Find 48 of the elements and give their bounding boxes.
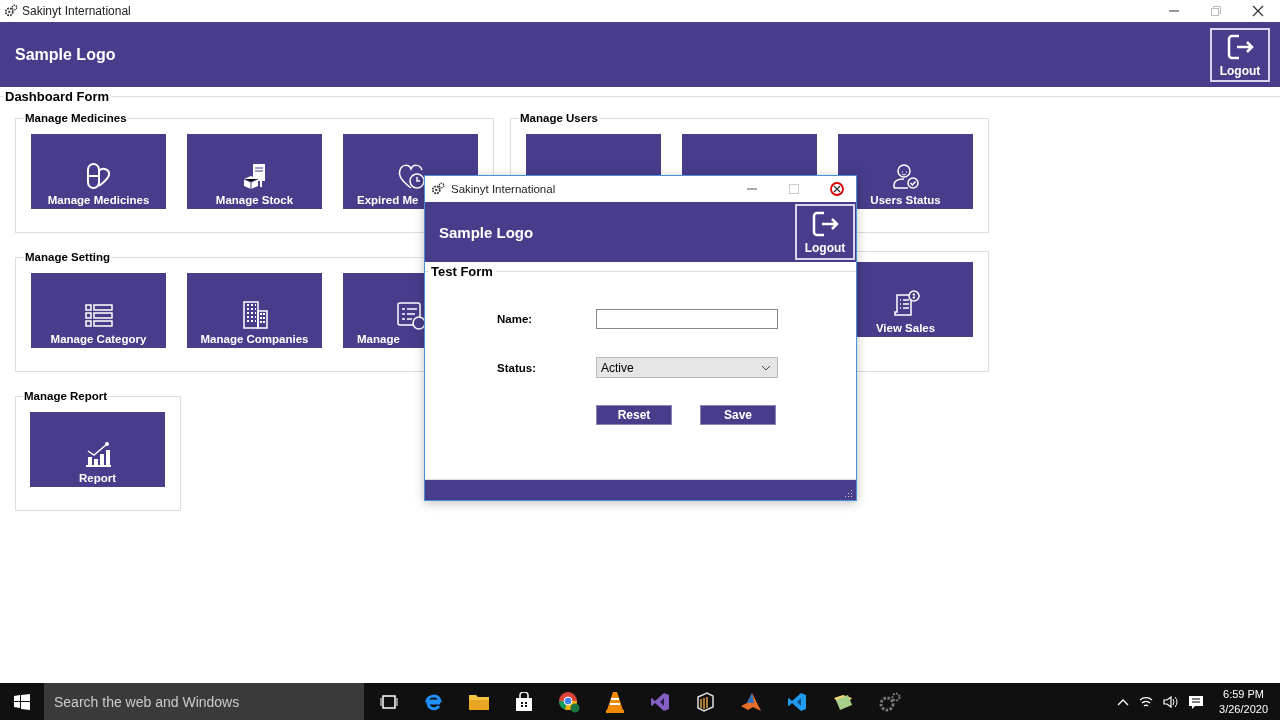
tile-button[interactable]: Manage Stock [187,134,322,209]
logout-button[interactable]: Logout [795,204,855,260]
clock-date: 3/26/2020 [1219,701,1268,717]
field-label: Name: [497,313,534,325]
name-field[interactable] [596,309,778,329]
windows-logo-icon[interactable] [14,693,30,710]
shopping-bag-icon[interactable] [515,691,533,712]
search-field[interactable]: Search the web and Windows [44,683,364,720]
group-title: Manage Users [519,112,599,124]
chevron-up-icon[interactable] [1117,697,1130,706]
window-title: Sakinyt International [22,4,131,18]
folder-icon[interactable] [468,692,490,711]
user-check-icon [890,161,921,191]
speaker-icon[interactable] [1163,694,1180,709]
traffic-cone-icon[interactable] [605,690,625,713]
gears-icon [4,4,18,18]
group-title: Manage Medicines [24,112,128,124]
status-dropdown[interactable]: Active [596,357,778,378]
logo-text: Sample Logo [439,223,534,241]
code-editor-icon[interactable] [650,691,670,712]
tile-button[interactable]: Users Status [838,134,973,209]
peak-icon[interactable] [740,691,762,712]
gears-icon[interactable] [879,691,901,712]
close-icon[interactable] [1252,5,1264,17]
gears-icon [431,182,445,196]
chevron-down-icon [761,364,771,371]
message-icon[interactable] [1188,693,1205,710]
close-icon[interactable] [830,182,844,196]
task-view-icon[interactable] [380,693,398,710]
logo-text: Sample Logo [15,45,116,64]
form-title: Dashboard Form [4,89,110,104]
tile-button[interactable]: Manage Companies [187,273,322,348]
code-editor-icon[interactable] [787,691,807,712]
tile-button[interactable]: Report [30,412,165,487]
clock-time: 6:59 PM [1223,686,1264,702]
wifi-icon[interactable] [1138,694,1155,709]
form-button[interactable]: Save [700,405,776,425]
layers-icon[interactable] [695,691,715,712]
tile-button[interactable]: Manage Medicines [31,134,166,209]
tile-button[interactable]: Manage Category [31,273,166,348]
logout-icon [810,209,840,239]
logout-button[interactable]: Logout [1210,27,1270,82]
resize-grip-icon[interactable] [845,489,853,497]
field-label: Status: [497,361,537,374]
group-title: Manage Setting [24,251,111,263]
form-button[interactable]: Reset [596,405,672,425]
group-title: Manage Report [23,390,109,402]
browser-icon[interactable] [558,690,580,713]
